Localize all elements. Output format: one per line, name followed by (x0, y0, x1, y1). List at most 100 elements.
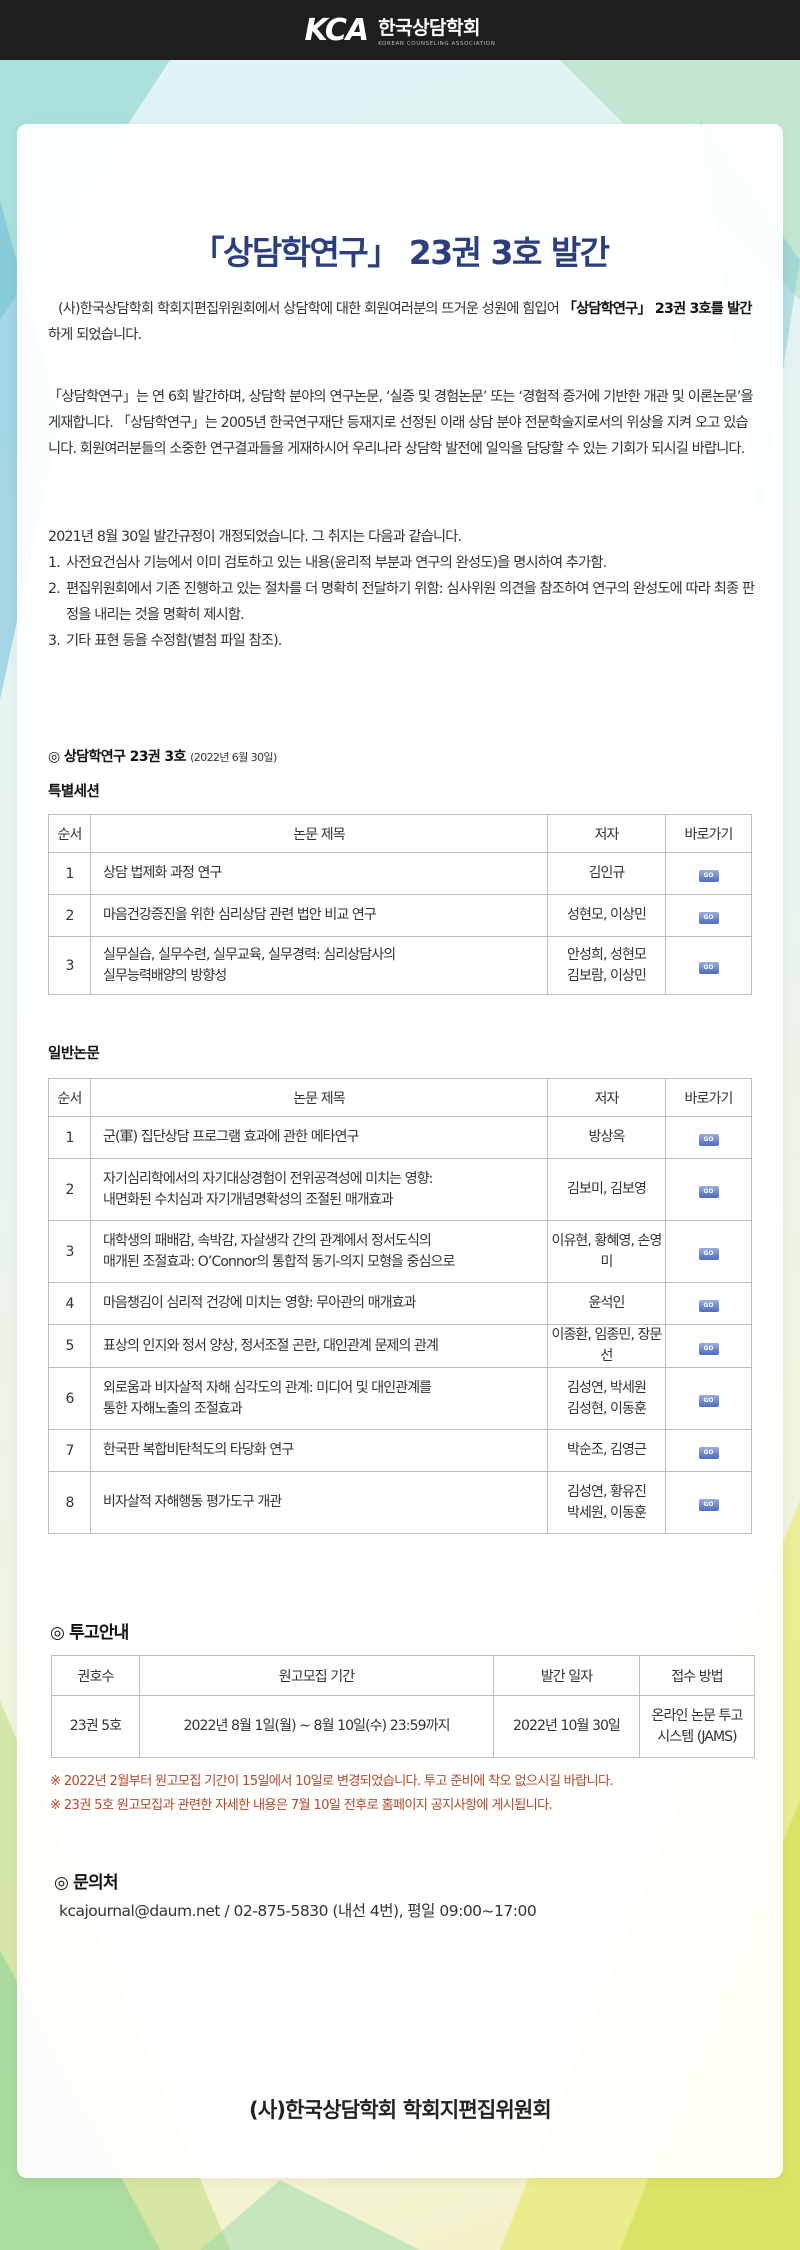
row-number: 7 (48, 1429, 91, 1472)
revision-rule-list: 1. 사전요건심사 기능에서 이미 검토하고 있는 내용(윤리적 부분과 연구의 … (48, 550, 758, 654)
submission-header-row: 권호수 원고모집 기간 발간 일자 접수 방법 (51, 1655, 755, 1696)
intro-p1-pre: (사)한국상담학회 학회지편집위원회에서 상담학에 대한 회원여러분의 뜨거운 … (58, 301, 563, 317)
submission-col-date: 발간 일자 (493, 1655, 640, 1696)
general-papers-table: 순서 논문 제목 저자 바로가기 1 군(軍) 집단상담 프로그램 효과에 관한 메타연구… (48, 1078, 752, 1534)
paper-title-line: 매개된 조절효과: O’Connor의 통합적 동기-의지 모형을 중심으로 (103, 1253, 455, 1270)
table-row: 7 한국판 복합비탄척도의 타당화 연구 박순조, 김영근 GO (48, 1429, 752, 1472)
go-cell: GO (665, 1471, 752, 1534)
paper-title: 자기심리학에서의 자기대상경험이 전위공격성에 미치는 영향: 내면화된 수치심과… (90, 1158, 548, 1221)
top-header-bar: KCA 한국상담학회 KOREAN COUNSELING ASSOCIATION (0, 0, 800, 60)
go-cell: GO (665, 1116, 752, 1159)
issue-heading-text: ◎ 상담학연구 23권 3호 (48, 749, 186, 765)
paper-title-line: 마음건강증진을 위한 심리상담 관련 법안 비교 연구 (103, 907, 377, 923)
go-cell: GO (665, 1429, 752, 1472)
table-row: 2 자기심리학에서의 자기대상경험이 전위공격성에 미치는 영향: 내면화된 수치심… (48, 1158, 752, 1221)
revision-rule-number: 3. (48, 633, 61, 649)
go-button[interactable]: GO (698, 1134, 719, 1146)
paper-author-line: 성현모, 이상민 (567, 907, 647, 923)
intro-p1-bold: 「상담학연구」 23권 3호를 발간 (562, 301, 753, 317)
submission-row: 23권 5호 2022년 8월 1일(월) ~ 8월 10일(수) 23:59까… (51, 1695, 755, 1758)
col-author-header: 저자 (547, 814, 666, 853)
submission-method[interactable]: 온라인 논문 투고 시스템 (JAMS) (639, 1695, 755, 1758)
paper-title-line: 표상의 인지와 정서 양상, 정서조절 곤란, 대인관계 문제의 관계 (103, 1337, 439, 1354)
paper-author-line: 김인규 (588, 865, 626, 881)
special-session-heading: 특별세션 (48, 784, 100, 800)
logo-name: 한국상담학회 (378, 17, 480, 39)
go-button[interactable]: GO (698, 912, 719, 924)
go-button[interactable]: GO (698, 870, 719, 882)
footer-signature: (사)한국상담학회 학회지편집위원회 (249, 2098, 552, 2122)
paper-author-line: 윤석인 (588, 1295, 626, 1311)
go-cell: GO (665, 1220, 752, 1283)
col-title-header: 논문 제목 (90, 1078, 548, 1117)
go-button[interactable]: GO (698, 1300, 719, 1312)
paper-authors: 김성연, 박세원 김성현, 이동훈 (547, 1367, 666, 1430)
page-title: 「상담학연구」 23권 3호 발간 (191, 233, 610, 272)
paper-title-line: 실무능력배양의 방향성 (103, 967, 227, 984)
issue-heading: ◎ 상담학연구 23권 3호 (2022년 6월 30일) (48, 746, 277, 766)
paper-author-line: 안성희, 성현모 (567, 946, 647, 963)
revision-rule-item: 3. 기타 표현 등을 수정함(별첨 파일 참조). (48, 628, 758, 654)
go-button[interactable]: GO (698, 1342, 719, 1355)
submission-col-issue: 권호수 (51, 1655, 140, 1696)
submission-note-1: ※ 2022년 2월부터 원고모집 기간이 15일에서 10일로 변경되었습니다… (50, 1774, 614, 1789)
revision-rule-text: 기타 표현 등을 수정함(별첨 파일 참조). (66, 633, 282, 649)
submission-method-line-2: 시스템 (JAMS) (657, 1728, 737, 1745)
paper-author-line: 이종환, 임종민, 장문선 (551, 1327, 662, 1364)
row-number: 3 (48, 1220, 91, 1283)
table-row: 4 마음챙김이 심리적 건강에 미치는 영향: 무아관의 매개효과 윤석인 GO (48, 1282, 752, 1325)
row-number: 6 (48, 1367, 91, 1430)
paper-authors: 윤석인 (547, 1282, 666, 1325)
paper-authors: 안성희, 성현모김보람, 이상민 (547, 936, 666, 995)
paper-authors: 방상옥 (547, 1116, 666, 1159)
paper-author-line: 박순조, 김영근 (567, 1442, 647, 1458)
row-number: 8 (48, 1471, 91, 1534)
paper-author-line: 김보미, 김보영 (567, 1181, 647, 1197)
go-button[interactable]: GO (698, 962, 719, 974)
go-button[interactable]: GO (698, 1499, 719, 1511)
logo-subtitle: KOREAN COUNSELING ASSOCIATION (378, 41, 496, 47)
revision-rule-text: 사전요건심사 기능에서 이미 검토하고 있는 내용(윤리적 부분과 연구의 완성… (66, 555, 607, 571)
go-cell: GO (665, 936, 752, 995)
kca-logo[interactable]: KCA 한국상담학회 KOREAN COUNSELING ASSOCIATION (305, 13, 496, 48)
go-button[interactable]: GO (698, 1447, 719, 1459)
table-row: 8 비자살적 자해행동 평가도구 개관 김성연, 황유진 박세원, 이동훈 GO (48, 1471, 752, 1534)
table-row: 3 실무실습, 실무수련, 실무교육, 실무경력: 심리상담사의 실무능력배양의 방… (48, 936, 752, 995)
go-cell: GO (665, 1158, 752, 1221)
revision-rule-number: 1. (48, 555, 61, 571)
col-order-header: 순서 (48, 814, 91, 853)
contact-heading: ◎ 문의처 (54, 1873, 118, 1893)
contact-info[interactable]: kcajournal@daum.net / 02-875-5830 (내선 4번… (59, 1899, 537, 1921)
paper-author-line: 김성연, 황유진 (567, 1483, 647, 1500)
table-row: 5 표상의 인지와 정서 양상, 정서조절 곤란, 대인관계 문제의 관계 이종환,… (48, 1324, 752, 1368)
col-go-header: 바로가기 (665, 814, 752, 853)
paper-authors: 이유현, 황혜영, 손영미 (547, 1220, 666, 1283)
go-button[interactable]: GO (698, 1395, 719, 1407)
paper-author-line: 김보람, 이상민 (567, 967, 647, 984)
go-button[interactable]: GO (698, 1248, 719, 1260)
go-cell: GO (665, 1367, 752, 1430)
logo-mark: KCA (304, 12, 370, 48)
row-number: 4 (48, 1282, 91, 1325)
paper-title: 마음건강증진을 위한 심리상담 관련 법안 비교 연구 (90, 894, 548, 937)
revision-rule-number: 2. (48, 581, 61, 597)
row-number: 2 (48, 1158, 91, 1221)
go-cell: GO (665, 894, 752, 937)
go-button[interactable]: GO (698, 1186, 719, 1198)
row-number: 5 (48, 1324, 91, 1368)
paper-title-line: 군(軍) 집단상담 프로그램 효과에 관한 메타연구 (103, 1129, 360, 1145)
paper-title-line: 통한 자해노출의 조절효과 (103, 1400, 243, 1417)
table-row: 1 상담 법제화 과정 연구 김인규 GO (48, 852, 752, 895)
paper-title-line: 마음챙김이 심리적 건강에 미치는 영향: 무아관의 매개효과 (103, 1295, 417, 1311)
special-session-table: 순서 논문 제목 저자 바로가기 1 상담 법제화 과정 연구 김인규 GO 2 마음건강증진을 … (48, 814, 752, 995)
paper-title: 실무실습, 실무수련, 실무교육, 실무경력: 심리상담사의 실무능력배양의 방향… (90, 936, 548, 995)
table-row: 6 외로움과 비자살적 자해 심각도의 관계: 미디어 및 대인관계를통한 자해노… (48, 1367, 752, 1430)
intro-paragraph-2: 「상담학연구」는 연 6회 발간하며, 상담학 분야의 연구논문, ‘실증 및 … (48, 389, 754, 457)
paper-title-line: 외로움과 비자살적 자해 심각도의 관계: 미디어 및 대인관계를 (103, 1379, 432, 1396)
submission-col-method: 접수 방법 (639, 1655, 755, 1696)
table-header-row: 순서 논문 제목 저자 바로가기 (48, 1078, 752, 1117)
paper-title-line: 한국판 복합비탄척도의 타당화 연구 (103, 1442, 294, 1458)
col-author-header: 저자 (547, 1078, 666, 1117)
paper-authors: 박순조, 김영근 (547, 1429, 666, 1472)
table-row: 3 대학생의 패배감, 속박감, 자살생각 간의 관계에서 정서도식의 매개된 조절… (48, 1220, 752, 1283)
